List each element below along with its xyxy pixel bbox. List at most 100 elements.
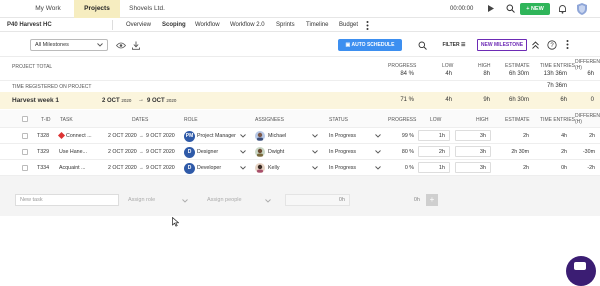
- task-name[interactable]: Connect ...: [66, 128, 92, 144]
- task-end[interactable]: 9 OCT 2020: [146, 128, 175, 144]
- task-end[interactable]: 9 OCT 2020: [146, 160, 175, 176]
- tab-overview[interactable]: Overview: [126, 18, 151, 32]
- assign-people-select[interactable]: Assign people: [207, 197, 242, 203]
- row-checkbox[interactable]: [22, 165, 28, 171]
- project-title[interactable]: P40 Harvest HC: [7, 18, 52, 32]
- eye-icon[interactable]: [116, 42, 126, 49]
- row-checkbox[interactable]: [22, 149, 28, 155]
- tab-sprints[interactable]: Sprints: [276, 18, 295, 32]
- tab-budget[interactable]: Budget: [339, 18, 358, 32]
- task-progress[interactable]: 99 %: [390, 128, 414, 144]
- task-name[interactable]: Acquaint ...: [59, 160, 86, 176]
- high-input[interactable]: 3h: [455, 146, 491, 157]
- avatar[interactable]: [577, 3, 587, 15]
- more-vertical-icon[interactable]: [366, 21, 369, 30]
- new-button[interactable]: + NEW: [520, 3, 550, 15]
- assign-role-select[interactable]: Assign role: [128, 197, 155, 203]
- assignee-name[interactable]: Kelly: [268, 160, 279, 176]
- time-registered-value: 7h 36m: [546, 83, 567, 89]
- project-high: 8h: [483, 71, 490, 77]
- tab-timeline[interactable]: Timeline: [306, 18, 328, 32]
- new-milestone-button[interactable]: NEW MILESTONE: [477, 39, 527, 51]
- low-input[interactable]: 1h: [418, 162, 450, 173]
- table-row[interactable]: T329 Use Hane... 2 OCT 2020 → 9 OCT 2020…: [0, 144, 600, 160]
- milestone-select[interactable]: All Milestones: [30, 39, 108, 51]
- more-vertical-icon[interactable]: [566, 40, 569, 49]
- arrow-icon: →: [139, 149, 144, 154]
- role-name[interactable]: Project Manager: [197, 128, 236, 144]
- svg-text:?: ?: [550, 43, 554, 49]
- chevron-down-icon[interactable]: [240, 134, 246, 138]
- chevron-down-icon[interactable]: [375, 134, 381, 138]
- chevron-down-icon[interactable]: [240, 166, 246, 170]
- milestone-name[interactable]: Harvest week 1: [12, 92, 59, 109]
- tab-shovels-ltd[interactable]: Shovels Ltd.: [122, 0, 172, 18]
- milestone-end[interactable]: 9 OCT 2020: [147, 92, 176, 110]
- filter-button[interactable]: FILTER ☰: [438, 39, 470, 51]
- chevron-down-icon[interactable]: [375, 150, 381, 154]
- divider: [112, 20, 113, 30]
- tab-my-work[interactable]: My Work: [24, 0, 72, 18]
- chat-launcher-button[interactable]: [566, 256, 596, 286]
- table-row[interactable]: T334 Acquaint ... 2 OCT 2020 → 9 OCT 202…: [0, 160, 600, 176]
- search-icon[interactable]: [418, 41, 427, 50]
- tab-workflow-2[interactable]: Workflow 2.0: [230, 18, 265, 32]
- tab-scoping[interactable]: Scoping: [162, 18, 186, 32]
- chevron-down-icon[interactable]: [312, 166, 318, 170]
- task-time-entries-header: TIME ENTRIES: [540, 117, 576, 123]
- table-row[interactable]: T328 Connect ... 2 OCT 2020 → 9 OCT 2020…: [0, 128, 600, 144]
- download-icon[interactable]: [132, 41, 140, 50]
- new-task-input[interactable]: New task: [15, 194, 119, 206]
- time-entries-header: TIME ENTRIES: [540, 63, 576, 69]
- collapse-icon[interactable]: [532, 41, 539, 49]
- role-name[interactable]: Designer: [197, 144, 218, 160]
- project-total-label: PROJECT TOTAL: [12, 64, 53, 70]
- chevron-down-icon[interactable]: [182, 199, 188, 203]
- task-end[interactable]: 9 OCT 2020: [146, 144, 175, 160]
- project-difference: 6h: [587, 71, 594, 77]
- estimate-header: ESTIMATE: [505, 63, 530, 69]
- milestone-row[interactable]: Harvest week 1 2 OCT 2020 → 9 OCT 2020 7…: [0, 92, 600, 109]
- task-name[interactable]: Use Hane...: [59, 144, 87, 160]
- timer-display[interactable]: 00:00:00: [450, 0, 473, 18]
- chevron-down-icon[interactable]: [375, 166, 381, 170]
- high-input[interactable]: 3h: [455, 130, 491, 141]
- assignee-name[interactable]: Dwight: [268, 144, 284, 160]
- play-icon[interactable]: [488, 5, 494, 12]
- add-task-button[interactable]: +: [426, 194, 438, 206]
- milestone-start[interactable]: 2 OCT 2020: [102, 92, 131, 110]
- role-avatar: D: [184, 146, 195, 158]
- assignee-name[interactable]: Michael: [268, 128, 286, 144]
- avatar: [255, 131, 265, 141]
- status-select[interactable]: In Progress: [329, 128, 356, 144]
- chevron-down-icon[interactable]: [265, 199, 271, 203]
- low-input[interactable]: 1h: [418, 130, 450, 141]
- status-select[interactable]: In Progress: [329, 160, 356, 176]
- tab-workflow[interactable]: Workflow: [195, 18, 220, 32]
- select-all-checkbox[interactable]: [22, 116, 28, 122]
- role-header: ROLE: [184, 117, 198, 123]
- task-start[interactable]: 2 OCT 2020: [108, 128, 137, 144]
- bell-icon[interactable]: [558, 4, 567, 14]
- high-input[interactable]: 3h: [455, 162, 491, 173]
- task-start[interactable]: 2 OCT 2020: [108, 160, 137, 176]
- status-select[interactable]: In Progress: [329, 144, 356, 160]
- task-time-entries: 0h: [561, 165, 567, 171]
- auto-schedule-button[interactable]: ▣ AUTO SCHEDULE: [338, 39, 402, 51]
- task-id: T329: [37, 149, 50, 155]
- search-icon[interactable]: [506, 4, 515, 13]
- tab-projects[interactable]: Projects: [74, 0, 120, 18]
- new-task-estimate[interactable]: 0h: [285, 194, 350, 206]
- task-start[interactable]: 2 OCT 2020: [108, 144, 137, 160]
- row-checkbox[interactable]: [22, 133, 28, 139]
- low-input[interactable]: 2h: [418, 146, 450, 157]
- help-icon[interactable]: ?: [547, 40, 557, 50]
- chevron-down-icon[interactable]: [240, 150, 246, 154]
- task-time-entries: 4h: [561, 133, 567, 139]
- chevron-down-icon[interactable]: [312, 150, 318, 154]
- task-progress[interactable]: 80 %: [390, 144, 414, 160]
- task-progress[interactable]: 0 %: [390, 160, 414, 176]
- avatar: [255, 147, 265, 157]
- chevron-down-icon[interactable]: [312, 134, 318, 138]
- role-name[interactable]: Developer: [197, 160, 221, 176]
